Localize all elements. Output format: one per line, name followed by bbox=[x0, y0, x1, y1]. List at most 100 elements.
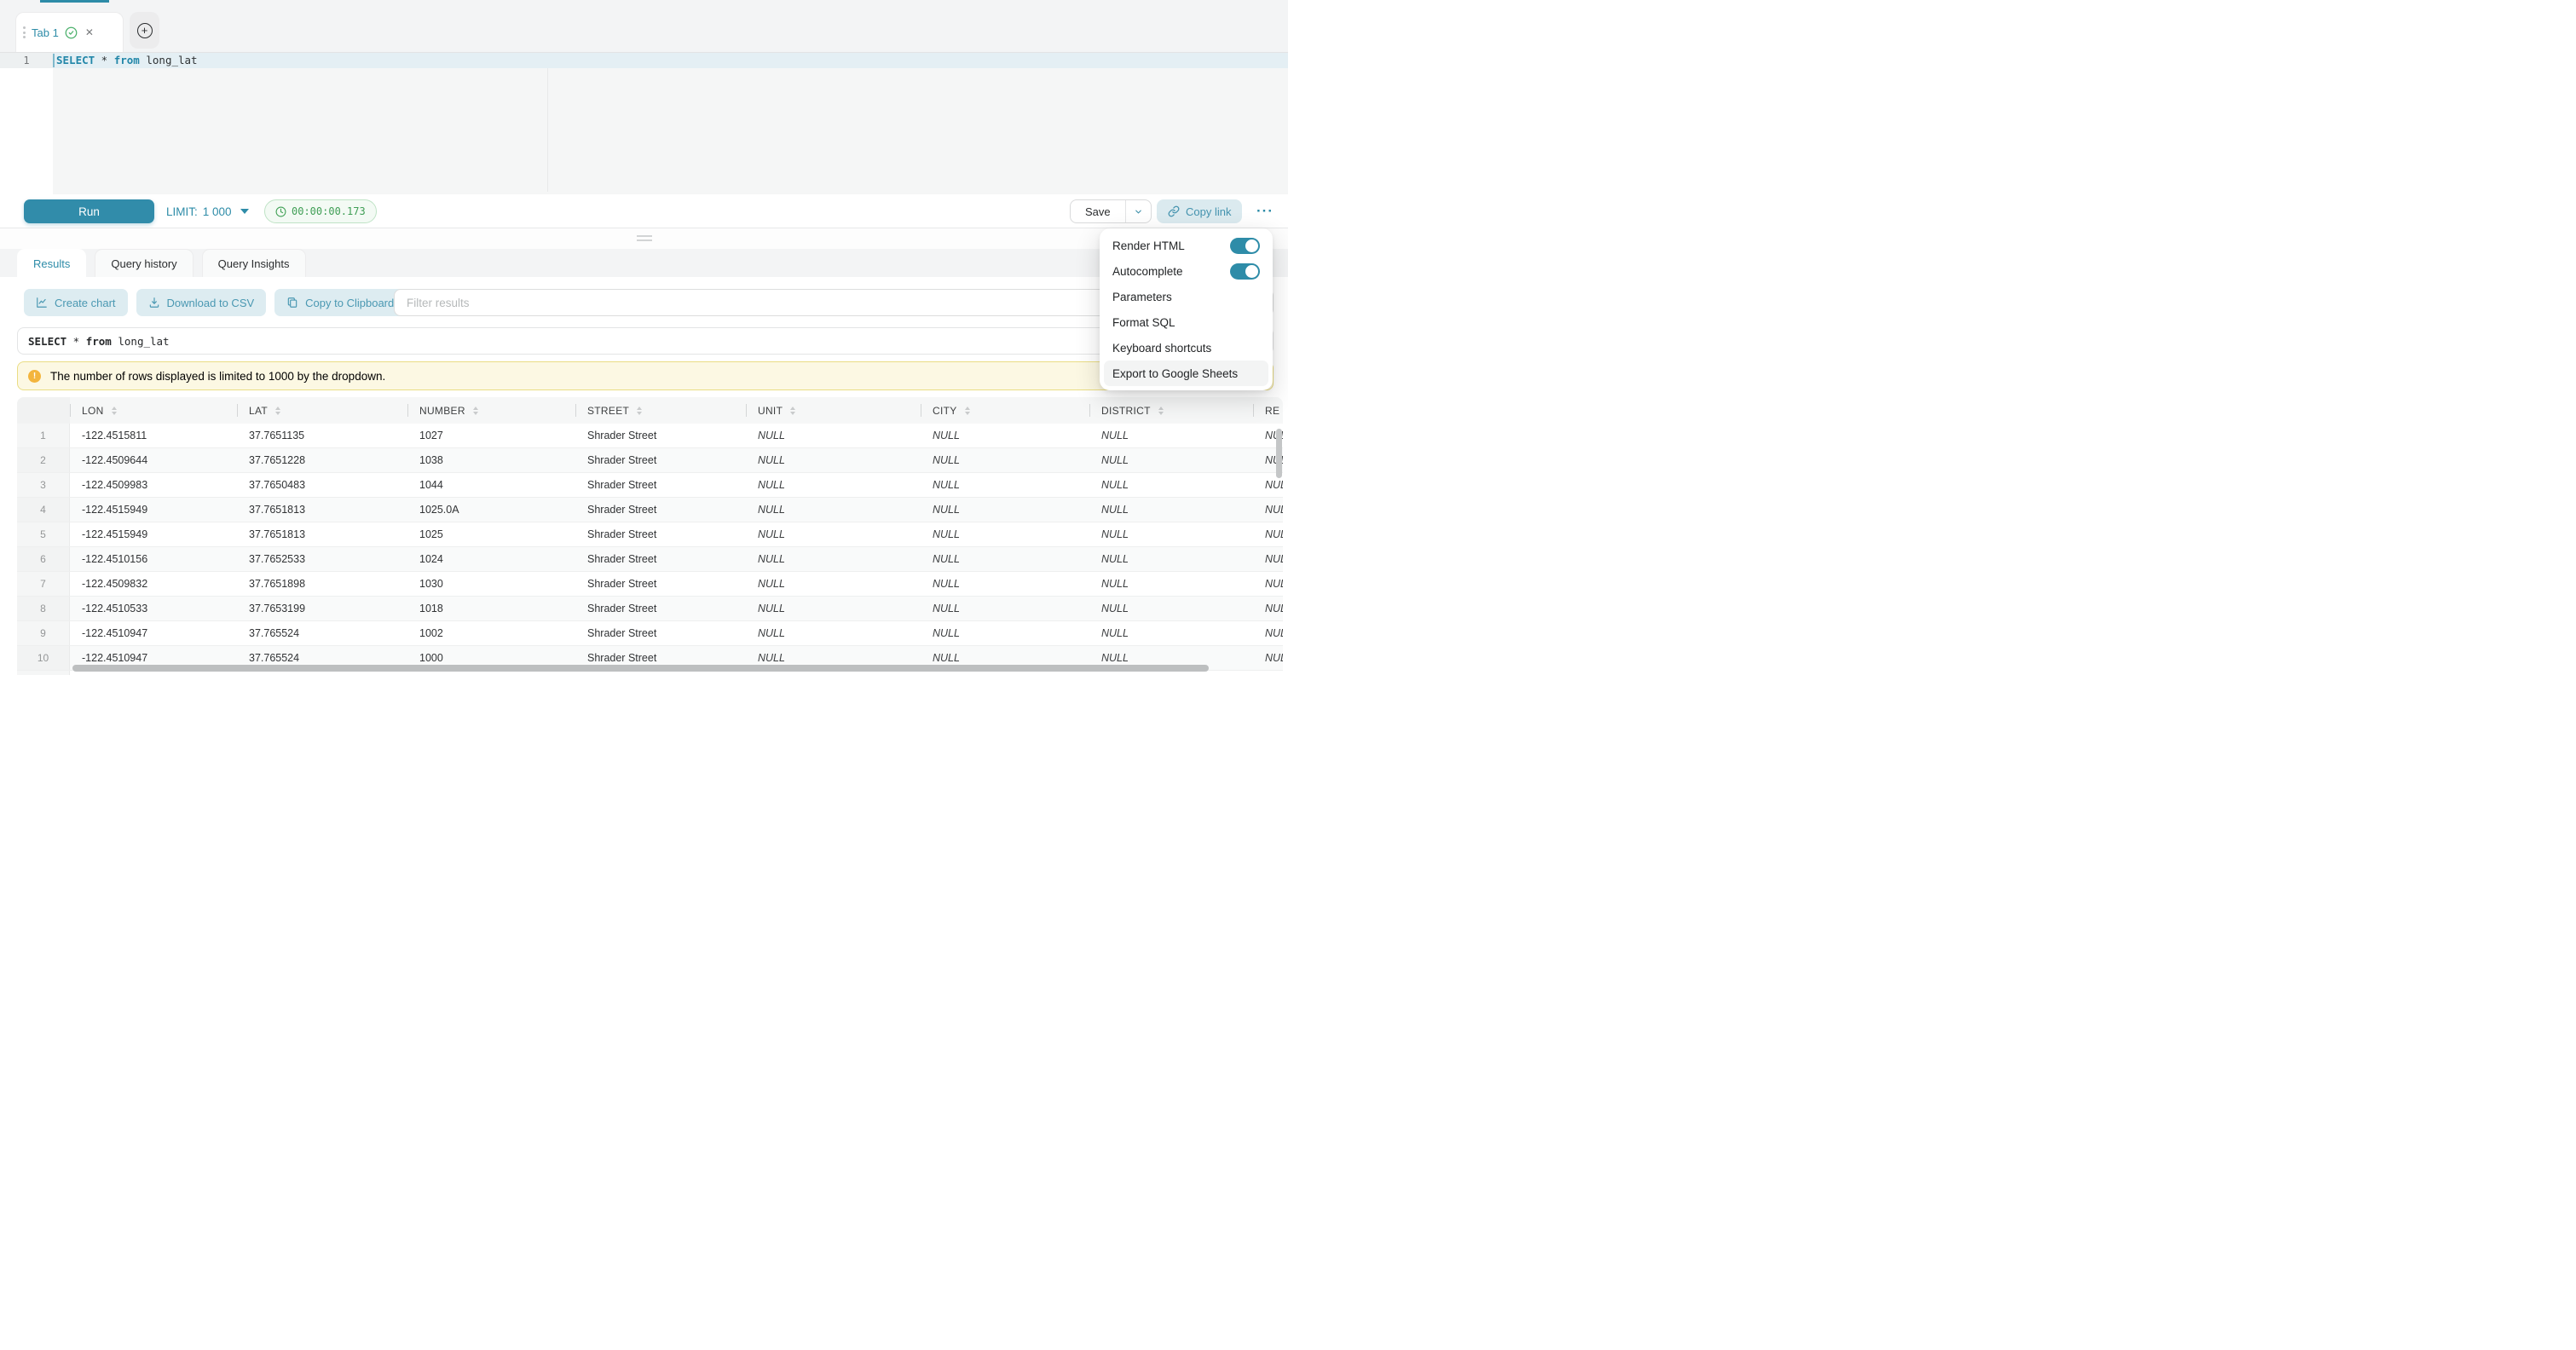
more-options-button[interactable]: ··· bbox=[1250, 196, 1280, 227]
table-cell[interactable]: 37.7651135 bbox=[237, 424, 407, 447]
table-cell[interactable]: NULL bbox=[921, 597, 1089, 620]
table-cell[interactable]: NULL bbox=[746, 448, 921, 472]
table-cell[interactable]: NULL bbox=[921, 621, 1089, 645]
table-cell[interactable]: NULL bbox=[1089, 572, 1253, 596]
table-cell[interactable]: NULL bbox=[746, 522, 921, 546]
table-cell[interactable]: 37.7653199 bbox=[237, 597, 407, 620]
table-cell[interactable]: -122.4509644 bbox=[70, 448, 237, 472]
save-options-button[interactable] bbox=[1125, 200, 1151, 222]
table-cell[interactable]: NULL bbox=[746, 621, 921, 645]
table-row[interactable]: 5-122.451594937.76518131025Shrader Stree… bbox=[17, 522, 1283, 547]
table-cell[interactable]: NULL bbox=[921, 522, 1089, 546]
menu-item-render-html[interactable]: Render HTML bbox=[1104, 233, 1268, 258]
sort-icon[interactable] bbox=[637, 407, 642, 415]
save-button[interactable]: Save bbox=[1071, 200, 1125, 222]
sort-icon[interactable] bbox=[1158, 407, 1164, 415]
table-cell[interactable]: NULL bbox=[746, 572, 921, 596]
column-header[interactable]: DISTRICT bbox=[1089, 397, 1253, 424]
close-tab-icon[interactable]: ✕ bbox=[85, 26, 94, 38]
table-cell[interactable]: NULL bbox=[1253, 522, 1283, 546]
table-row[interactable]: 2-122.450964437.76512281038Shrader Stree… bbox=[17, 448, 1283, 473]
table-cell[interactable]: NULL bbox=[746, 597, 921, 620]
table-cell[interactable]: NULL bbox=[1253, 597, 1283, 620]
table-cell[interactable]: NULL bbox=[1089, 448, 1253, 472]
table-cell[interactable]: Shrader Street bbox=[575, 522, 746, 546]
table-cell[interactable]: NULL bbox=[746, 473, 921, 497]
table-cell[interactable]: NULL bbox=[1253, 498, 1283, 522]
table-row[interactable]: 4-122.451594937.76518131025.0AShrader St… bbox=[17, 498, 1283, 522]
table-cell[interactable]: NULL bbox=[1253, 646, 1283, 670]
tab-query-history[interactable]: Query history bbox=[95, 249, 193, 277]
table-cell[interactable]: NULL bbox=[1253, 547, 1283, 571]
tab-tab1[interactable]: Tab 1 ✕ bbox=[15, 12, 124, 52]
pane-splitter[interactable] bbox=[0, 228, 1288, 249]
table-cell[interactable]: -122.4515811 bbox=[70, 424, 237, 447]
table-cell[interactable]: NULL bbox=[1253, 671, 1283, 675]
table-cell[interactable]: -122.4515949 bbox=[70, 522, 237, 546]
copy-link-button[interactable]: Copy link bbox=[1157, 199, 1242, 223]
table-cell[interactable]: 37.7651813 bbox=[237, 522, 407, 546]
table-cell[interactable]: 37.765524 bbox=[237, 621, 407, 645]
column-header[interactable]: NUMBER bbox=[407, 397, 575, 424]
table-cell[interactable]: Shrader Street bbox=[575, 572, 746, 596]
table-cell[interactable]: NULL bbox=[921, 572, 1089, 596]
table-cell[interactable]: Shrader Street bbox=[575, 424, 746, 447]
code-line[interactable]: SELECT * from long_lat bbox=[56, 53, 198, 68]
table-cell[interactable]: 1027 bbox=[407, 424, 575, 447]
table-cell[interactable]: NULL bbox=[1089, 621, 1253, 645]
table-cell[interactable]: NULL bbox=[921, 498, 1089, 522]
table-cell[interactable]: NULL bbox=[921, 547, 1089, 571]
table-cell[interactable]: 1038 bbox=[407, 448, 575, 472]
column-header[interactable]: LON bbox=[70, 397, 237, 424]
table-cell[interactable]: 37.7652533 bbox=[237, 547, 407, 571]
table-cell[interactable]: 1044 bbox=[407, 473, 575, 497]
table-cell[interactable]: -122.4509983 bbox=[70, 473, 237, 497]
table-cell[interactable]: 37.7651898 bbox=[237, 572, 407, 596]
table-cell[interactable]: NULL bbox=[1089, 547, 1253, 571]
column-header[interactable]: CITY bbox=[921, 397, 1089, 424]
table-cell[interactable]: Shrader Street bbox=[575, 498, 746, 522]
render-html-toggle[interactable] bbox=[1230, 238, 1260, 254]
table-cell[interactable]: -122.4510947 bbox=[70, 621, 237, 645]
run-button[interactable]: Run bbox=[24, 199, 154, 223]
table-cell[interactable]: -122.4509832 bbox=[70, 572, 237, 596]
table-cell[interactable]: NULL bbox=[921, 473, 1089, 497]
table-cell[interactable]: -122.4515949 bbox=[70, 498, 237, 522]
sort-icon[interactable] bbox=[275, 407, 280, 415]
table-cell[interactable]: NULL bbox=[1089, 597, 1253, 620]
table-cell[interactable]: 37.7650483 bbox=[237, 473, 407, 497]
table-cell[interactable]: -122.4510533 bbox=[70, 597, 237, 620]
create-chart-button[interactable]: Create chart bbox=[24, 289, 128, 316]
table-cell[interactable]: NULL bbox=[1253, 572, 1283, 596]
menu-item-export-google-sheets[interactable]: Export to Google Sheets bbox=[1104, 361, 1268, 386]
tab-query-insights[interactable]: Query Insights bbox=[202, 249, 306, 277]
table-cell[interactable]: 37.7651813 bbox=[237, 498, 407, 522]
table-cell[interactable]: Shrader Street bbox=[575, 473, 746, 497]
table-cell[interactable]: NULL bbox=[1253, 621, 1283, 645]
table-cell[interactable]: 1025 bbox=[407, 522, 575, 546]
table-cell[interactable]: NULL bbox=[746, 547, 921, 571]
table-cell[interactable]: 1025.0A bbox=[407, 498, 575, 522]
column-header[interactable]: RE bbox=[1253, 397, 1283, 424]
sort-icon[interactable] bbox=[112, 407, 117, 415]
table-cell[interactable]: 1024 bbox=[407, 547, 575, 571]
table-cell[interactable]: NULL bbox=[746, 498, 921, 522]
table-cell[interactable]: Shrader Street bbox=[575, 547, 746, 571]
menu-item-keyboard-shortcuts[interactable]: Keyboard shortcuts bbox=[1104, 335, 1268, 361]
horizontal-scrollbar[interactable] bbox=[72, 665, 1209, 672]
download-csv-button[interactable]: Download to CSV bbox=[136, 289, 267, 316]
table-row[interactable]: 1-122.451581137.76511351027Shrader Stree… bbox=[17, 424, 1283, 448]
table-cell[interactable]: NULL bbox=[1089, 498, 1253, 522]
copy-clipboard-button[interactable]: Copy to Clipboard bbox=[274, 289, 406, 316]
table-cell[interactable]: 1018 bbox=[407, 597, 575, 620]
tab-results[interactable]: Results bbox=[17, 249, 86, 277]
table-row[interactable]: 7-122.450983237.76518981030Shrader Stree… bbox=[17, 572, 1283, 597]
table-cell[interactable]: 37.7651228 bbox=[237, 448, 407, 472]
table-row[interactable]: 9-122.451094737.7655241002Shrader Street… bbox=[17, 621, 1283, 646]
table-row[interactable]: 8-122.451053337.76531991018Shrader Stree… bbox=[17, 597, 1283, 621]
sort-icon[interactable] bbox=[965, 407, 970, 415]
column-header[interactable]: UNIT bbox=[746, 397, 921, 424]
column-header[interactable]: STREET bbox=[575, 397, 746, 424]
menu-item-format-sql[interactable]: Format SQL bbox=[1104, 309, 1268, 335]
table-cell[interactable]: NULL bbox=[921, 424, 1089, 447]
